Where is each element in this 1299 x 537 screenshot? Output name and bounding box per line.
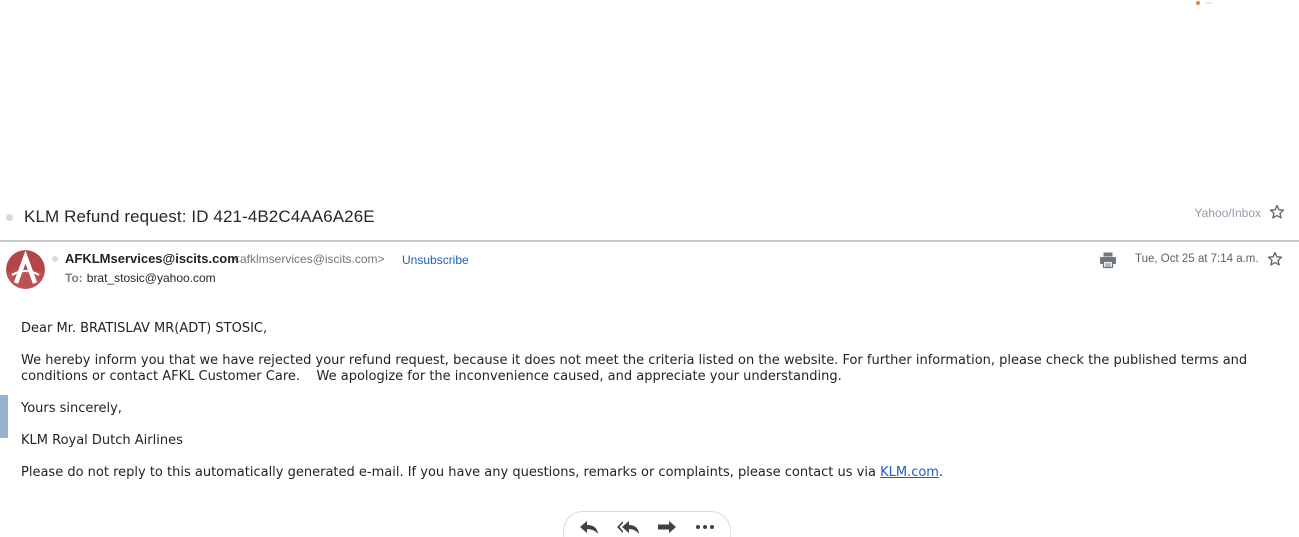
sender-email: <afklmservices@iscits.com>	[233, 252, 385, 266]
sender-status-dot	[52, 256, 58, 262]
klm-link[interactable]: KLM.com	[880, 465, 939, 480]
print-icon[interactable]	[1099, 251, 1117, 269]
forward-icon[interactable]	[656, 519, 678, 535]
folder-label[interactable]: Yahoo/Inbox	[1195, 206, 1262, 220]
reply-all-icon[interactable]	[616, 519, 640, 535]
footer-end: .	[938, 465, 944, 480]
closing: Yours sincerely,	[21, 401, 122, 416]
unsubscribe-link[interactable]: Unsubscribe	[402, 253, 469, 267]
avatar-logo-icon	[6, 250, 45, 289]
sender-avatar	[6, 250, 45, 289]
to-label: To:	[65, 271, 83, 285]
sender-name[interactable]: AFKLMservices@iscits.com	[65, 251, 239, 266]
footer-text: Please do not reply to this automaticall…	[21, 465, 881, 480]
message-star-icon[interactable]	[1267, 251, 1283, 267]
star-icon[interactable]	[1269, 204, 1285, 220]
subject-divider	[0, 240, 1299, 242]
recipient-address[interactable]: brat_stosic@yahoo.com	[87, 271, 216, 285]
recipient-row: To: brat_stosic@yahoo.com	[65, 271, 216, 285]
body-paragraph: We hereby inform you that we have reject…	[21, 353, 1252, 384]
scroll-accent-bar	[0, 395, 8, 438]
notification-dot	[1196, 1, 1200, 5]
read-status-dot[interactable]	[6, 214, 13, 221]
reply-icon[interactable]	[578, 519, 600, 535]
message-date: Tue, Oct 25 at 7:14 a.m.	[1135, 253, 1259, 265]
signature: KLM Royal Dutch Airlines	[21, 433, 183, 448]
subject-bar: KLM Refund request: ID 421-4B2C4AA6A26E …	[0, 200, 1299, 240]
top-blank-area	[0, 0, 1299, 200]
more-icon[interactable]	[694, 519, 716, 535]
message-subject: KLM Refund request: ID 421-4B2C4AA6A26E	[24, 207, 375, 226]
message-actions-bar	[563, 511, 731, 537]
footer-paragraph: Please do not reply to this automaticall…	[21, 465, 1281, 481]
message-body: Dear Mr. BRATISLAV MR(ADT) STOSIC, We he…	[21, 321, 1281, 497]
top-dash	[1206, 2, 1212, 4]
greeting: Dear Mr. BRATISLAV MR(ADT) STOSIC,	[21, 321, 268, 336]
